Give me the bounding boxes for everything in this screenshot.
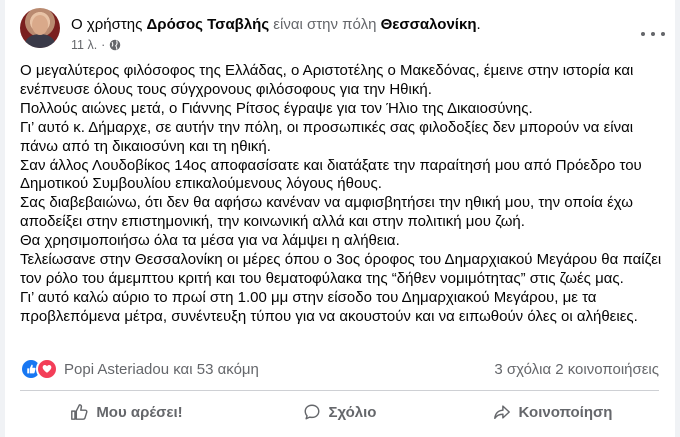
comments-count[interactable]: 3 σχόλια (494, 361, 551, 378)
post-card: Ο χρήστης Δρόσος Τσαβλής είναι στην πόλη… (5, 0, 675, 437)
title-suffix: . (476, 16, 481, 33)
post-paragraph: Πολλούς αιώνες μετά, ο Γιάννης Ρίτσος έγ… (20, 99, 533, 117)
like-label: Μου αρέσει! (96, 403, 183, 421)
like-button[interactable]: Μου αρέσει! (20, 394, 233, 430)
thumb-up-icon (71, 404, 88, 420)
post-time[interactable]: 11 λ. (71, 38, 97, 52)
comment-icon (304, 404, 320, 420)
place-name[interactable]: Θεσσαλονίκη (381, 16, 477, 33)
title-middle: είναι στην πόλη (273, 16, 377, 33)
post-title: Ο χρήστης Δρόσος Τσαβλής είναι στην πόλη… (71, 16, 481, 33)
post-paragraph: Σαν άλλος Λουδοβίκος 14ος αποφασίσατε κα… (20, 156, 642, 193)
share-label: Κοινοποίηση (518, 403, 613, 421)
love-reaction-icon (36, 358, 58, 380)
post-paragraph: Ο μεγαλύτερος φιλόσοφος της Ελλάδας, ο Α… (20, 62, 634, 98)
meta-separator: · (101, 38, 106, 52)
avatar-face (32, 15, 48, 35)
post-stats: Popi Asteriadou και 53 ακόμη 3 σχόλια 2 … (20, 358, 659, 380)
post-meta: 11 λ. · (71, 38, 121, 52)
actions-divider (20, 390, 659, 391)
more-dot (661, 32, 665, 36)
more-dot (641, 32, 645, 36)
title-prefix: Ο χρήστης (71, 16, 143, 33)
globe-icon[interactable] (109, 39, 121, 51)
post-paragraph: Θα χρησιμοποιήσω όλα τα μέσα για να λάμψ… (20, 232, 400, 250)
share-icon (493, 405, 510, 420)
post-paragraph: Γι’ αυτό καλώ αύριο το πρωί στη 1.00 μμ … (20, 288, 638, 325)
post-header: Ο χρήστης Δρόσος Τσαβλής είναι στην πόλη… (20, 8, 665, 52)
reaction-icons[interactable] (20, 358, 58, 380)
comment-label: Σχόλιο (328, 403, 377, 421)
shares-count[interactable]: 2 κοινοποιήσεις (555, 361, 659, 378)
comment-button[interactable]: Σχόλιο (233, 394, 446, 430)
author-name[interactable]: Δρόσος Τσαβλής (147, 16, 270, 33)
share-button[interactable]: Κοινοποίηση (446, 394, 659, 430)
thumb-up-icon (27, 364, 36, 374)
more-options-icon[interactable] (641, 26, 665, 42)
post-actions: Μου αρέσει! Σχόλιο Κοινοποίηση (20, 394, 659, 430)
post-paragraph: Τελείωσανε στην Θεσσαλονίκη οι μέρες όπο… (20, 251, 662, 287)
more-dot (651, 32, 655, 36)
post-paragraph: Σας διαβεβαιώνω, ότι δεν θα αφήσω κανένα… (20, 194, 633, 231)
avatar-shirt (25, 34, 55, 48)
engagement-counts: 3 σχόλια 2 κοινοποιήσεις (494, 361, 659, 378)
heart-icon (42, 364, 52, 373)
post-body: Ο μεγαλύτερος φιλόσοφος της Ελλάδας, ο Α… (20, 62, 665, 327)
author-avatar[interactable] (20, 8, 60, 48)
post-paragraph: Γι’ αυτό κ. Δήμαρχε, σε αυτήν την πόλη, … (20, 118, 634, 155)
reactions-summary[interactable]: Popi Asteriadou και 53 ακόμη (64, 361, 259, 378)
